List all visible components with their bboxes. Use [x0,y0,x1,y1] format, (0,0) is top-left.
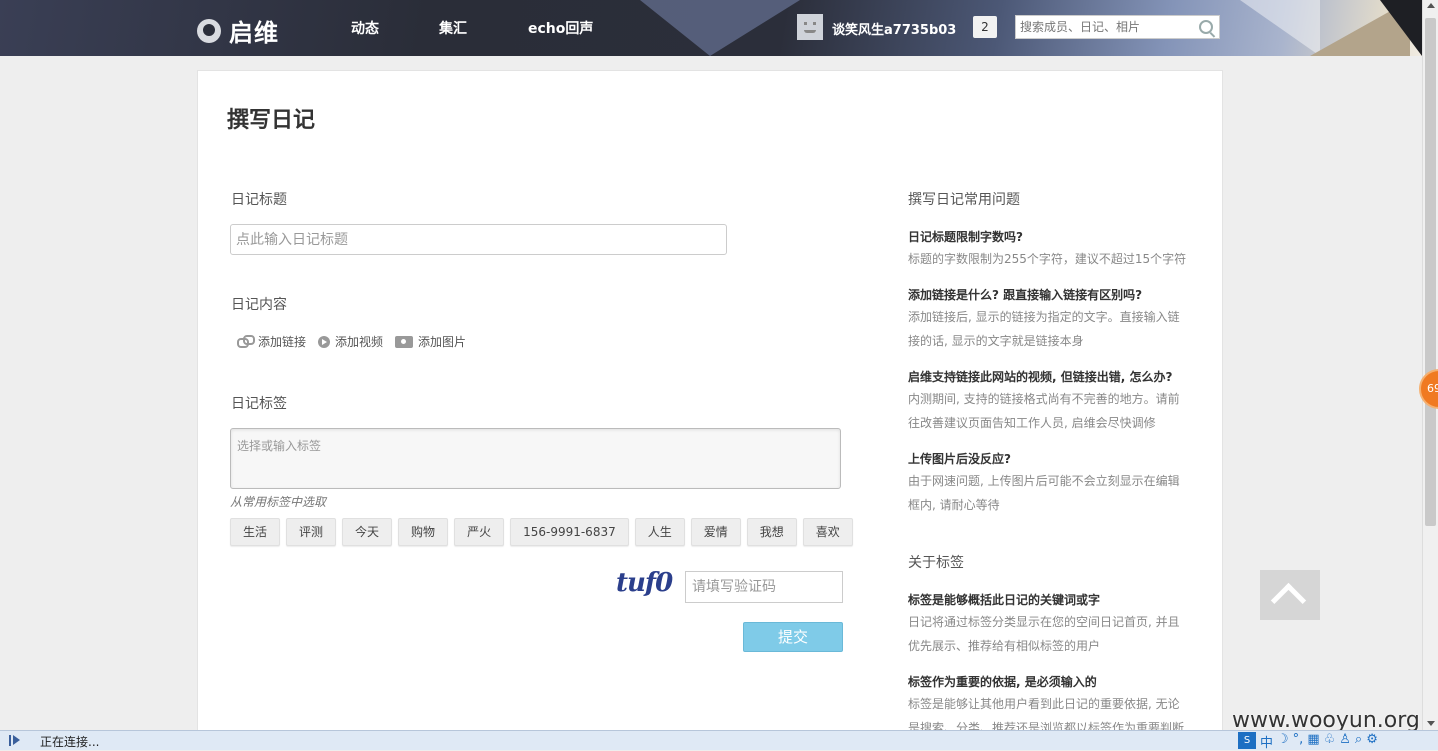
tags-help-answer: 日记将通过标签分类显示在您的空间日记首页, 并且优先展示、推荐给有相似标签的用户 [908,615,1180,653]
tag-chip[interactable]: 评测 [286,518,337,546]
title-label: 日记标题 [231,192,287,208]
search-box [1015,15,1220,39]
nav-item-jihui[interactable]: 集汇 [439,18,467,38]
logo-icon [197,18,221,43]
status-text: 正在连接... [40,735,100,749]
faq-question: 启维支持链接此网站的视频, 但链接出错, 怎么办? [908,370,1173,384]
header-decoration [1380,0,1422,56]
ime-logo-icon[interactable]: S [1238,732,1256,749]
skin-icon[interactable]: ♧ [1324,732,1336,751]
add-link-button[interactable]: 添加链接 [237,333,306,350]
faq-answer: 由于网速问题, 上传图片后可能不会立刻显示在编辑框内, 请耐心等待 [908,474,1180,512]
username-link[interactable]: 谈笑风生a7735b03 [832,19,956,38]
search-icon[interactable]: ⌕ [1355,732,1362,751]
user-icon[interactable]: ♙ [1339,732,1351,751]
nav-item-dongtai[interactable]: 动态 [351,18,379,38]
faq-question: 添加链接是什么? 跟直接输入链接有区别吗? [908,288,1143,302]
loading-icon [9,735,20,746]
tag-chip[interactable]: 爱情 [690,518,741,546]
ime-language-indicator[interactable]: 中 [1260,732,1273,751]
moon-icon[interactable]: ☽ [1277,732,1289,751]
add-photo-button[interactable]: 添加图片 [395,333,466,350]
faq-answer: 内测期间, 支持的链接格式尚有不完善的地方。请前往改善建议页面告知工作人员, 启… [908,392,1180,430]
settings-icon[interactable]: ⚙ [1366,732,1378,751]
scroll-up-arrow-icon[interactable] [1427,3,1435,8]
play-icon [318,335,331,348]
add-video-button[interactable]: 添加视频 [318,333,383,350]
faq-question: 日记标题限制字数吗? [908,230,1023,244]
page-title: 撰写日记 [227,108,316,133]
submit-button[interactable]: 提交 [743,622,843,652]
user-avatar[interactable] [797,14,823,40]
search-icon[interactable] [1199,20,1213,34]
tags-help-question: 标签作为重要的依据, 是必须输入的 [908,675,1097,689]
tags-help-answer: 标签是能够让其他用户看到此日记的重要依据, 无论是搜索、分类、推荐还是浏览都以标… [908,697,1185,730]
tag-chip[interactable]: 生活 [230,518,281,546]
captcha-image[interactable]: tuf0 [616,568,673,598]
punctuation-icon[interactable]: °, [1293,732,1304,751]
header-decoration [640,0,800,56]
vertical-scrollbar[interactable] [1422,0,1438,730]
scrollbar-thumb[interactable] [1425,18,1436,526]
faq-title: 撰写日记常用问题 [908,192,1020,208]
common-tags-list: 生活 评测 今天 购物 严火 156-9991-6837 人生 爱情 我想 喜欢 [230,518,859,546]
keyboard-icon[interactable]: ▦ [1307,732,1319,751]
add-photo-label: 添加图片 [418,335,467,349]
tags-help-title: 关于标签 [908,555,964,571]
logo-text: 启维 [229,19,279,47]
add-link-label: 添加链接 [258,335,307,349]
tags-hint: 从常用标签中选取 [230,495,327,509]
tags-help-question: 标签是能够概括此日记的关键词或字 [908,593,1101,607]
tag-chip[interactable]: 156-9991-6837 [510,518,629,546]
content-label: 日记内容 [231,297,287,313]
content-toolbar: 添加链接 添加视频 添加图片 [237,333,478,350]
tag-chip[interactable]: 我想 [746,518,797,546]
faq-answer: 添加链接后, 显示的链接为指定的文字。直接输入链接的话, 显示的文字就是链接本身 [908,310,1180,348]
link-icon [237,334,255,348]
top-navigation-bar: 启维 动态 集汇 echo回声 谈笑风生a7735b03 2 [0,0,1422,56]
nav-item-echo[interactable]: echo回声 [528,18,593,38]
tag-chip[interactable]: 喜欢 [802,518,853,546]
browser-status-bar: 正在连接... S 中 ☽ °, ▦ ♧ ♙ ⌕ ⚙ [0,730,1438,751]
diary-title-input[interactable] [230,224,727,255]
tag-chip[interactable]: 人生 [634,518,685,546]
notification-badge[interactable]: 2 [973,16,997,38]
captcha-input[interactable] [685,571,843,603]
tag-chip[interactable]: 今天 [342,518,393,546]
tags-label: 日记标签 [231,396,287,412]
site-logo[interactable]: 启维 [197,13,279,48]
tags-input[interactable] [230,428,841,489]
faq-answer: 标题的字数限制为255个字符，建议不超过15个字符 [908,252,1187,266]
tag-chip[interactable]: 严火 [454,518,505,546]
tag-chip[interactable]: 购物 [398,518,449,546]
search-input[interactable] [1016,16,1199,38]
scroll-down-arrow-icon[interactable] [1427,721,1435,726]
back-to-top-button[interactable] [1260,570,1320,620]
header-decoration [1240,0,1320,56]
camera-icon [395,335,414,348]
ime-toolbar[interactable]: S 中 ☽ °, ▦ ♧ ♙ ⌕ ⚙ [1238,732,1378,751]
faq-question: 上传图片后没反应? [908,452,1011,466]
add-video-label: 添加视频 [335,335,384,349]
